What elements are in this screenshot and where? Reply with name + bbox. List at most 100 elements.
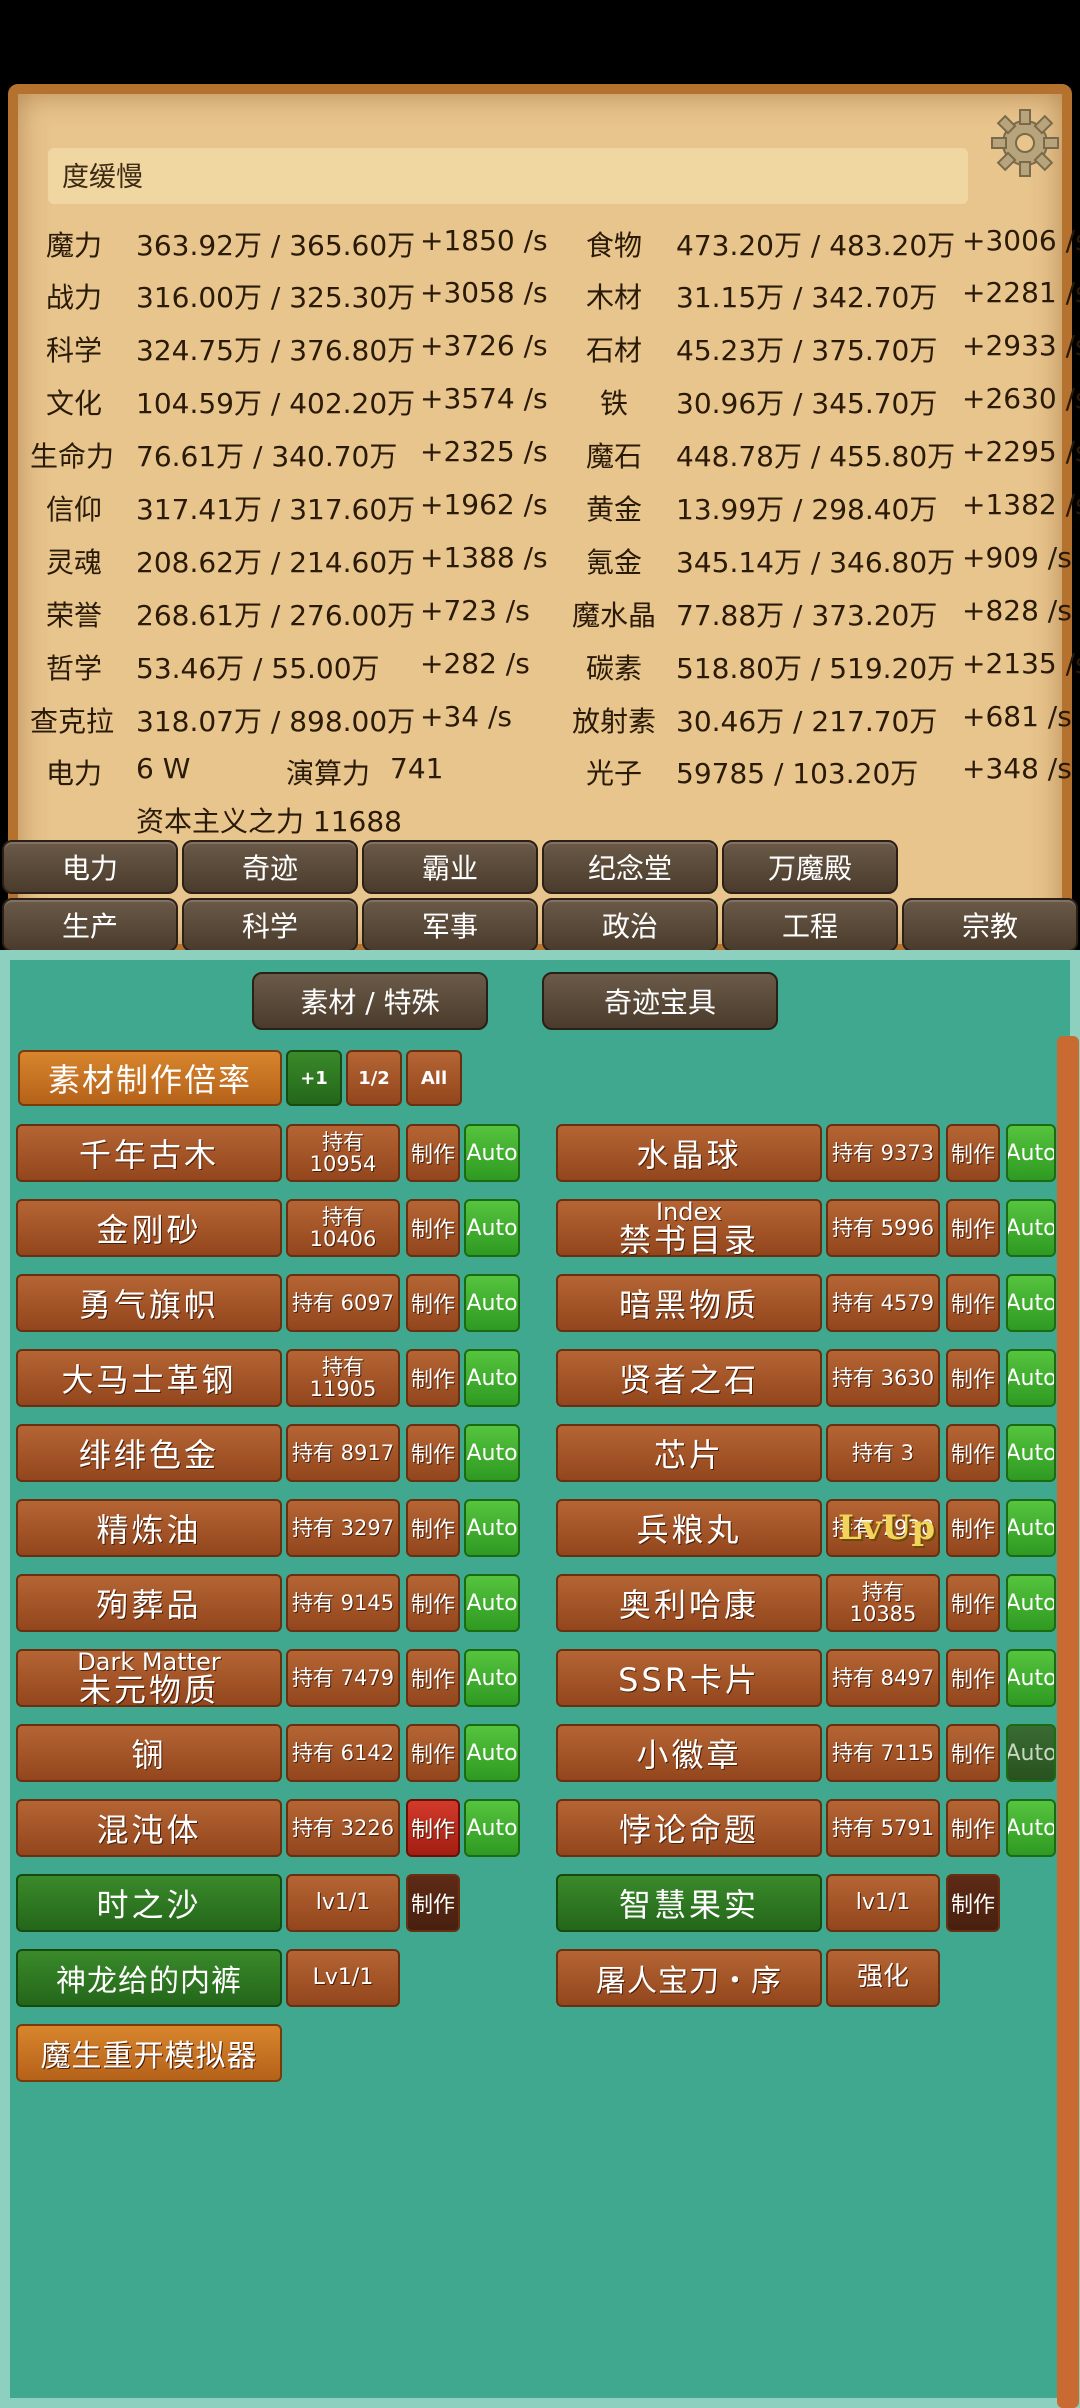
make-button[interactable]: 制作 [406,1574,460,1632]
gear-icon[interactable] [990,108,1060,178]
tab-production[interactable]: 生产 [2,898,178,952]
item-name[interactable]: 勇气旗帜 [16,1274,282,1332]
item-name[interactable]: 芯片 [556,1424,822,1482]
make-button[interactable]: 制作 [946,1799,1000,1857]
item-name[interactable]: 精炼油 [16,1499,282,1557]
make-button[interactable]: 制作 [946,1274,1000,1332]
item-name[interactable]: 兵粮丸 [556,1499,822,1557]
tab-science[interactable]: 科学 [182,898,358,952]
tab-religion[interactable]: 宗教 [902,898,1078,952]
make-button[interactable]: 制作 [406,1874,460,1932]
capitalism-power: 资本主义之力 11688 [136,805,402,838]
item-name[interactable]: 大马士革钢 [16,1349,282,1407]
make-button[interactable]: 制作 [946,1724,1000,1782]
auto-button[interactable]: Auto [1006,1274,1056,1332]
make-button[interactable]: 制作 [946,1499,1000,1557]
life-simulator-button[interactable]: 魔生重开模拟器 [16,2024,282,2082]
resource-name: 石材 [586,334,643,367]
item-name[interactable]: 奥利哈康 [556,1574,822,1632]
item-name[interactable]: 金刚砂 [16,1199,282,1257]
status-strip [48,148,968,204]
ratio-half-button[interactable]: 1/2 [346,1050,402,1106]
make-button[interactable]: 制作 [406,1124,460,1182]
resource-name: 魔水晶 [572,599,657,632]
item-wisdom-fruit[interactable]: 智慧果实 [556,1874,822,1932]
resource-rate: +828 /s [962,594,1072,627]
make-button[interactable]: 制作 [946,1349,1000,1407]
auto-button[interactable]: Auto [1006,1199,1056,1257]
item-name[interactable]: 暗黑物质 [556,1274,822,1332]
auto-button[interactable]: Auto [1006,1574,1056,1632]
item-holding: 持有 3226 [286,1799,400,1857]
tab-engineering[interactable]: 工程 [722,898,898,952]
enhance-button[interactable]: 强化 [826,1949,940,2007]
auto-button[interactable]: Auto [464,1574,520,1632]
item-name[interactable]: 水晶球 [556,1124,822,1182]
item-name[interactable]: 小徽章 [556,1724,822,1782]
tab-wonder[interactable]: 奇迹 [182,840,358,894]
item-name[interactable]: 绯绯色金 [16,1424,282,1482]
make-button[interactable]: 制作 [946,1424,1000,1482]
item-dragon-pants[interactable]: 神龙给的内裤 [16,1949,282,2007]
auto-button[interactable]: Auto [464,1799,520,1857]
scrollbar[interactable] [1057,1036,1079,2408]
item-label: 暗黑物质 [618,1286,759,1324]
item-name[interactable]: 千年古木 [16,1124,282,1182]
item-name[interactable]: Dark Matter 未元物质 [16,1649,282,1707]
item-name[interactable]: Index 禁书目录 [556,1199,822,1257]
make-button[interactable]: 制作 [406,1649,460,1707]
resource-rate: +681 /s [962,700,1072,733]
auto-button[interactable]: Auto [1006,1799,1056,1857]
auto-button[interactable]: Auto [464,1649,520,1707]
tab-hegemony[interactable]: 霸业 [362,840,538,894]
make-button[interactable]: 制作 [406,1199,460,1257]
auto-button[interactable]: Auto [1006,1349,1056,1407]
item-name[interactable]: 锎 [16,1724,282,1782]
auto-button[interactable]: Auto [464,1199,520,1257]
auto-button[interactable]: Auto [464,1124,520,1182]
make-button[interactable]: 制作 [406,1274,460,1332]
item-time-sand[interactable]: 时之沙 [16,1874,282,1932]
resource-value: 208.62万 / 214.60万 [136,546,416,579]
ratio-plus1-button[interactable]: +1 [286,1050,342,1106]
subtab-artifacts[interactable]: 奇迹宝具 [542,972,778,1030]
make-button[interactable]: 制作 [406,1499,460,1557]
item-holding: 持有 9145 [286,1574,400,1632]
auto-button[interactable]: Auto [1006,1649,1056,1707]
make-button[interactable]: 制作 [406,1724,460,1782]
auto-button[interactable]: Auto [464,1724,520,1782]
make-button-active[interactable]: 制作 [406,1799,460,1857]
tab-military[interactable]: 军事 [362,898,538,952]
auto-button[interactable]: Auto [464,1499,520,1557]
resource-value: 77.88万 / 373.20万 [676,599,938,632]
item-slayer-blade[interactable]: 屠人宝刀・序 [556,1949,822,2007]
item-label: 精炼油 [96,1511,202,1549]
tab-politics[interactable]: 政治 [542,898,718,952]
resource-name: 碳素 [586,652,643,685]
item-name[interactable]: 贤者之石 [556,1349,822,1407]
make-button[interactable]: 制作 [946,1199,1000,1257]
auto-button[interactable]: Auto [1006,1424,1056,1482]
item-name[interactable]: 殉葬品 [16,1574,282,1632]
auto-button[interactable]: Auto [464,1349,520,1407]
subtab-materials[interactable]: 素材 / 特殊 [252,972,488,1030]
auto-button[interactable]: Auto [1006,1499,1056,1557]
auto-button[interactable]: Auto [1006,1124,1056,1182]
make-button[interactable]: 制作 [406,1349,460,1407]
tab-memorial[interactable]: 纪念堂 [542,840,718,894]
make-button[interactable]: 制作 [946,1124,1000,1182]
auto-button[interactable]: Auto [464,1274,520,1332]
make-button[interactable]: 制作 [946,1649,1000,1707]
make-button[interactable]: 制作 [406,1424,460,1482]
item-name[interactable]: SSR卡片 [556,1649,822,1707]
make-button[interactable]: 制作 [946,1574,1000,1632]
item-name[interactable]: 混沌体 [16,1799,282,1857]
auto-button-off[interactable]: Auto [1006,1724,1056,1782]
item-name[interactable]: 悖论命题 [556,1799,822,1857]
auto-button[interactable]: Auto [464,1424,520,1482]
make-button[interactable]: 制作 [946,1874,1000,1932]
ratio-all-button[interactable]: All [406,1050,462,1106]
tab-power[interactable]: 电力 [2,840,178,894]
tab-pandemonium[interactable]: 万魔殿 [722,840,898,894]
item-holding: 持有 6142 [286,1724,400,1782]
